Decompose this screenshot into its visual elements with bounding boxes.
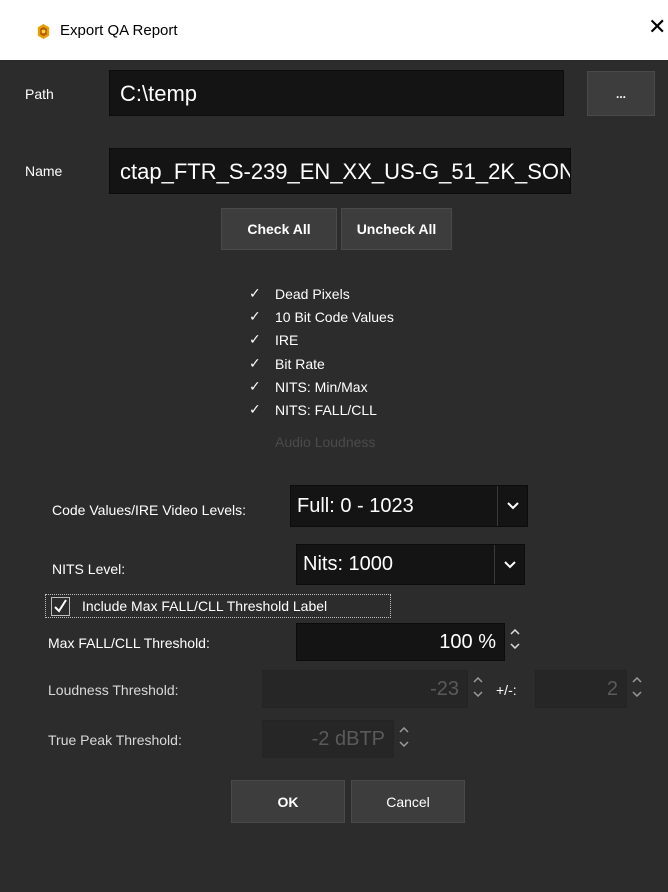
loudness-tolerance-input: 2 <box>535 670 627 708</box>
chevron-up-icon <box>471 673 485 687</box>
chevron-down-icon <box>630 687 644 701</box>
loudness-stepper <box>471 673 485 701</box>
chevron-up-icon[interactable] <box>508 625 522 639</box>
nits-level-value: Nits: 1000 <box>303 553 394 575</box>
include-threshold-label-checkbox[interactable]: Include Max FALL/CLL Threshold Label <box>45 594 391 618</box>
max-fall-cll-stepper[interactable] <box>508 625 522 653</box>
path-field[interactable]: C:\temp <box>109 70 564 116</box>
name-label: Name <box>25 163 63 179</box>
video-levels-select[interactable]: Full: 0 - 1023 <box>290 485 528 527</box>
dialog-body: Path C:\temp ... Name ctap_FTR_S-239_EN_… <box>0 60 668 892</box>
check-10-bit-code-values[interactable]: ✓ 10 Bit Code Values <box>249 305 394 328</box>
checkbox-checked-icon <box>51 597 70 616</box>
chevron-up-icon <box>630 673 644 687</box>
checkmark-icon: ✓ <box>249 401 261 417</box>
checkmark-icon: ✓ <box>249 331 261 347</box>
chevron-down-icon <box>471 687 485 701</box>
close-icon[interactable]: ✕ <box>648 16 666 38</box>
ok-button[interactable]: OK <box>231 780 345 823</box>
true-peak-stepper <box>397 723 411 751</box>
nits-level-select[interactable]: Nits: 1000 <box>296 544 525 585</box>
checkmark-icon: ✓ <box>249 308 261 324</box>
include-threshold-label-text: Include Max FALL/CLL Threshold Label <box>82 598 328 614</box>
check-label: Bit Rate <box>275 355 325 372</box>
check-label: IRE <box>275 331 299 348</box>
checkmark-icon: ✓ <box>249 355 261 371</box>
check-nits-fall-cll[interactable]: ✓ NITS: FALL/CLL <box>249 398 377 421</box>
tolerance-label: +/-: <box>496 682 517 698</box>
checkmark-icon: ✓ <box>249 378 261 394</box>
path-label: Path <box>25 86 54 102</box>
check-label: NITS: Min/Max <box>275 378 368 395</box>
video-levels-label: Code Values/IRE Video Levels: <box>52 502 247 518</box>
check-label: NITS: FALL/CLL <box>275 401 377 418</box>
window-title: Export QA Report <box>60 22 178 39</box>
chevron-down-icon[interactable] <box>508 639 522 653</box>
loudness-threshold-label: Loudness Threshold: <box>48 682 179 698</box>
chevron-down-icon[interactable] <box>497 486 527 526</box>
cancel-button[interactable]: Cancel <box>351 780 465 823</box>
check-label: Audio Loudness <box>275 433 376 450</box>
loudness-threshold-input: -23 <box>262 670 468 708</box>
check-label: Dead Pixels <box>275 285 350 302</box>
check-label: 10 Bit Code Values <box>275 308 394 325</box>
chevron-down-icon <box>397 737 411 751</box>
app-icon <box>37 24 50 39</box>
chevron-up-icon <box>397 723 411 737</box>
uncheck-all-button[interactable]: Uncheck All <box>341 208 452 250</box>
tolerance-stepper <box>630 673 644 701</box>
chevron-down-icon[interactable] <box>494 545 524 584</box>
video-levels-value: Full: 0 - 1023 <box>297 494 414 517</box>
check-nits-min-max[interactable]: ✓ NITS: Min/Max <box>249 375 368 398</box>
check-bit-rate[interactable]: ✓ Bit Rate <box>249 352 325 375</box>
title-bar: Export QA Report ✕ <box>0 0 668 60</box>
check-all-button[interactable]: Check All <box>221 208 337 250</box>
max-fall-cll-label: Max FALL/CLL Threshold: <box>48 635 210 651</box>
check-dead-pixels[interactable]: ✓ Dead Pixels <box>249 282 350 305</box>
check-ire[interactable]: ✓ IRE <box>249 328 298 351</box>
true-peak-threshold-input: -2 dBTP <box>262 720 394 758</box>
true-peak-threshold-label: True Peak Threshold: <box>48 732 182 748</box>
browse-button[interactable]: ... <box>587 71 655 116</box>
checkmark-icon: ✓ <box>249 285 261 301</box>
check-audio-loudness: Audio Loudness <box>249 430 375 453</box>
max-fall-cll-input[interactable]: 100 % <box>296 623 505 661</box>
nits-level-label: NITS Level: <box>52 561 126 577</box>
name-field[interactable]: ctap_FTR_S-239_EN_XX_US-G_51_2K_SON <box>109 148 571 194</box>
